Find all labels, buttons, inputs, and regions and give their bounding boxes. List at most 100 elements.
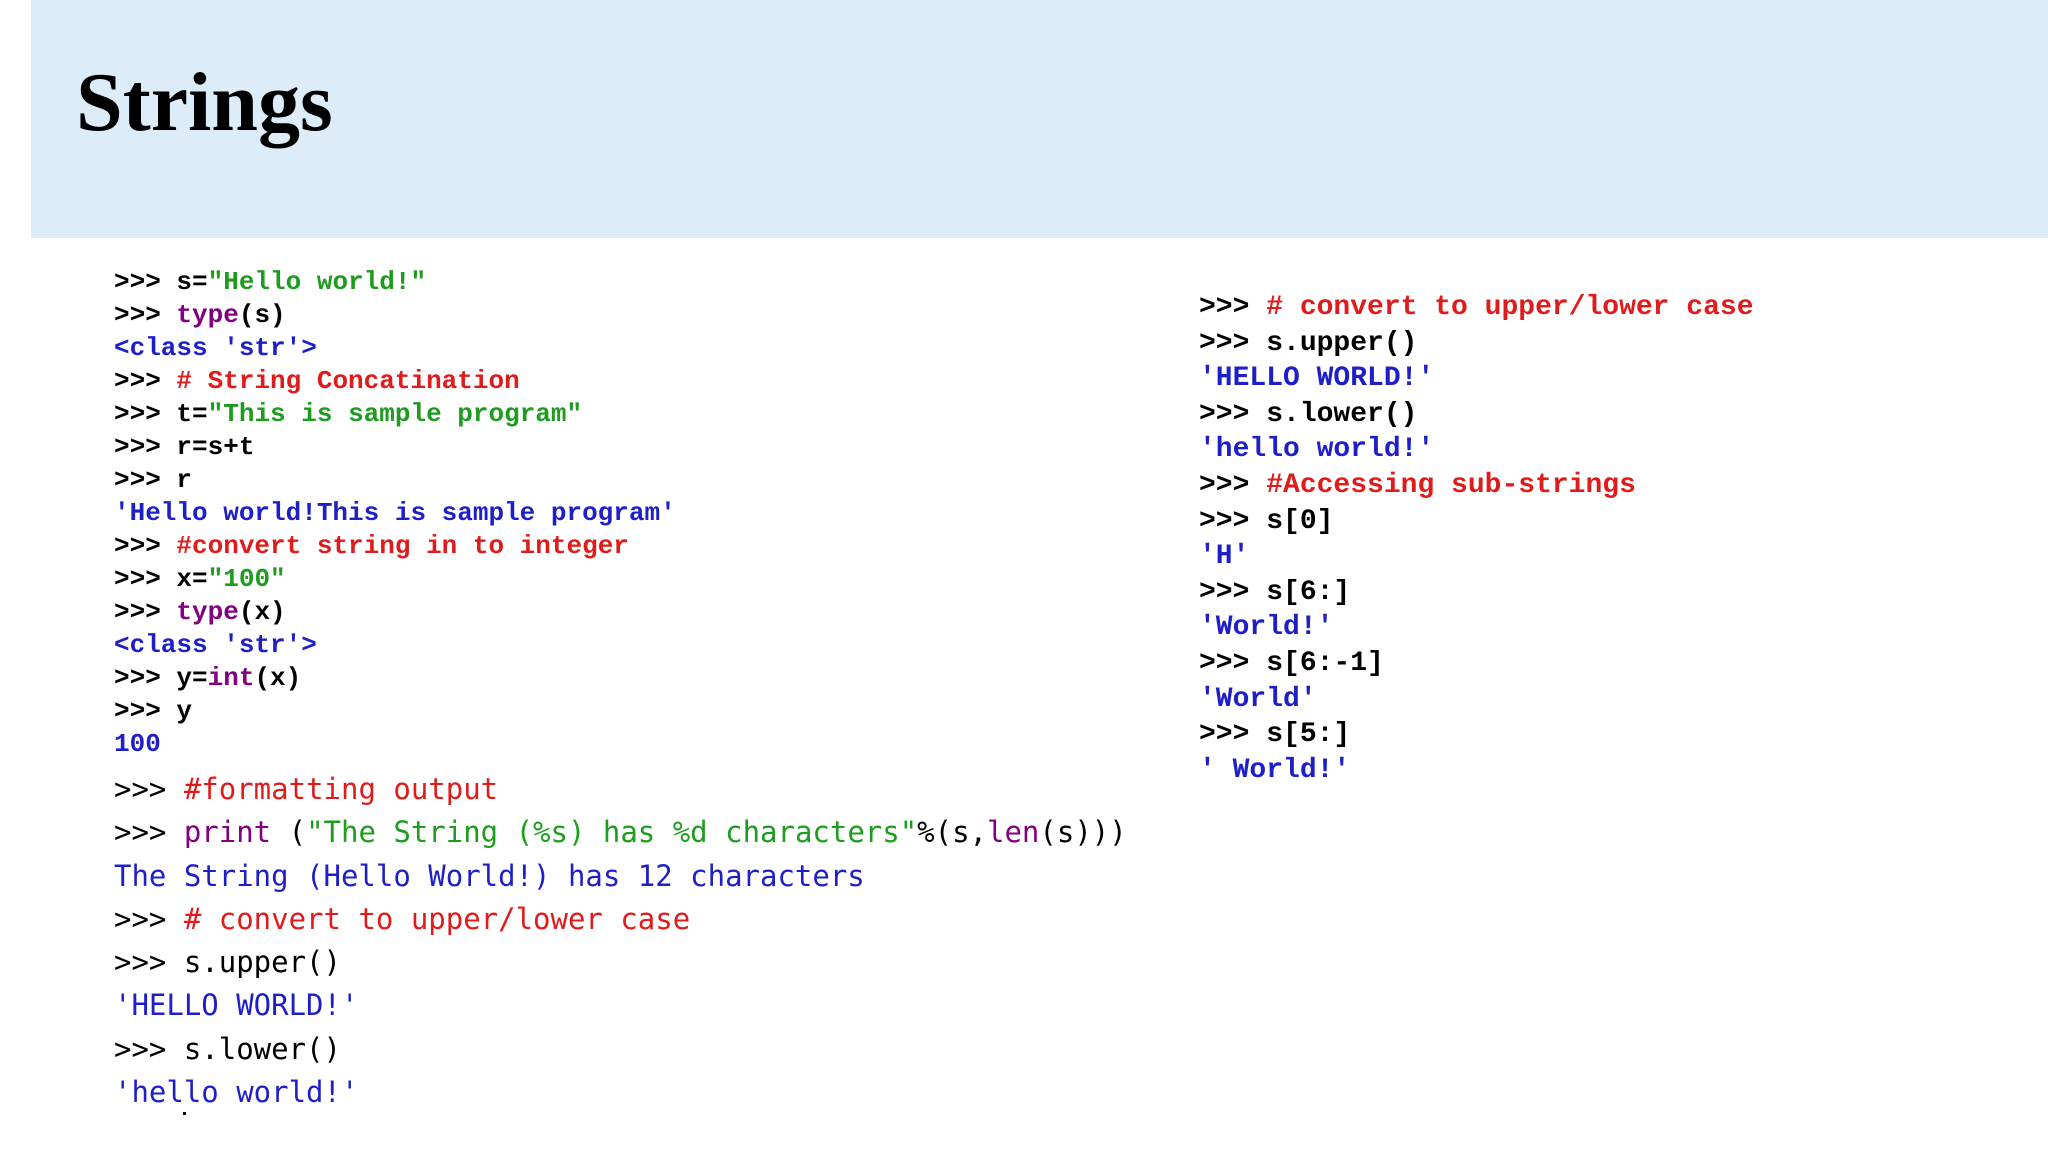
code-text: s[0] xyxy=(1266,505,1334,537)
comment-text: # String Concatination xyxy=(176,366,520,396)
prompt-marker: >>> xyxy=(1199,327,1267,359)
code-line: <class 'str'> xyxy=(114,332,676,365)
keyword-text: len xyxy=(987,815,1040,850)
prompt-marker: >>> xyxy=(114,663,177,693)
code-line: 'hello world!' xyxy=(1199,432,1754,468)
code-text: y xyxy=(176,696,193,726)
comment-text: #convert string in to integer xyxy=(176,531,629,561)
code-line: >>> r=s+t xyxy=(114,431,676,464)
code-text: ( xyxy=(271,815,307,850)
code-line: >>> type(s) xyxy=(114,299,676,332)
prompt-marker: >>> xyxy=(1199,505,1267,537)
code-line: >>> y=int(x) xyxy=(114,662,676,695)
code-line: >>> s[0] xyxy=(1199,504,1754,540)
prompt-marker: >>> xyxy=(1199,398,1267,430)
code-line: >>> #formatting output xyxy=(114,768,1127,811)
code-text: s.upper() xyxy=(1266,327,1418,359)
prompt-marker: >>> xyxy=(1199,719,1267,751)
code-line: >>> #Accessing sub-strings xyxy=(1199,468,1754,504)
code-line: >>> s.lower() xyxy=(114,1028,1127,1071)
code-line: >>> s.upper() xyxy=(114,941,1127,984)
output-text: 'H' xyxy=(1199,541,1250,573)
prompt-marker: >>> xyxy=(114,815,184,850)
code-line: >>> # String Concatination xyxy=(114,365,676,398)
prompt-marker: >>> xyxy=(114,531,177,561)
comment-text: #formatting output xyxy=(183,772,499,806)
code-line: >>> s="Hello world!" xyxy=(114,266,676,299)
code-line: 'H' xyxy=(1199,539,1754,575)
code-text: y= xyxy=(176,663,208,693)
string-literal: "100" xyxy=(207,564,286,594)
code-line: >>> print ("The String (%s) has %d chara… xyxy=(114,811,1127,854)
prompt-marker: >>> xyxy=(114,432,177,462)
title-band xyxy=(31,0,2048,238)
prompt-marker: >>> xyxy=(1199,647,1267,679)
code-text: (s) xyxy=(238,300,286,330)
code-line: >>> r xyxy=(114,464,676,497)
code-text: s[5:] xyxy=(1266,719,1351,751)
code-line: 'World!' xyxy=(1199,610,1754,646)
code-line: >>> t="This is sample program" xyxy=(114,398,676,431)
code-text: s.lower() xyxy=(1266,398,1418,430)
comment-text: #Accessing sub-strings xyxy=(1266,469,1636,501)
output-text: <class 'str'> xyxy=(114,333,317,363)
output-text: 'World' xyxy=(1199,683,1317,715)
code-text: %(s, xyxy=(917,815,988,850)
code-text: s= xyxy=(176,267,208,297)
code-line: 'Hello world!This is sample program' xyxy=(114,497,676,530)
code-line: 'HELLO WORLD!' xyxy=(1199,361,1754,397)
code-text: (s))) xyxy=(1039,815,1127,850)
code-panel-lower-left: >>> #formatting output >>> print ("The St… xyxy=(114,768,1127,1114)
keyword-text: print xyxy=(183,815,272,850)
code-line: >>> # convert to upper/lower case xyxy=(114,898,1127,941)
prompt-marker: >>> xyxy=(114,901,184,936)
prompt-marker: >>> xyxy=(1199,292,1267,323)
keyword-text: type xyxy=(176,300,239,330)
prompt-marker: >>> xyxy=(114,399,177,429)
output-text: ' World!' xyxy=(1199,754,1351,786)
stray-dot xyxy=(183,1112,186,1115)
code-line: >>> s.lower() xyxy=(1199,397,1754,433)
output-text: 100 xyxy=(114,729,161,759)
slide-title: Strings xyxy=(76,56,333,149)
code-line: >>> s[6:] xyxy=(1199,575,1754,611)
prompt-marker: >>> xyxy=(114,366,177,396)
code-line: 'hello world!' xyxy=(114,1071,1127,1114)
prompt-marker: >>> xyxy=(114,300,177,330)
code-text: s.lower() xyxy=(183,1031,341,1066)
code-line: 'World' xyxy=(1199,682,1754,718)
code-panel-right: >>> # convert to upper/lower case >>> s.u… xyxy=(1199,290,1754,788)
output-text: 'Hello world!This is sample program' xyxy=(114,498,676,528)
code-line: 'HELLO WORLD!' xyxy=(114,984,1127,1027)
code-text: s[6:] xyxy=(1266,576,1351,608)
code-line: >>> y xyxy=(114,695,676,728)
code-line: >>> x="100" xyxy=(114,563,676,596)
string-literal: "Hello world!" xyxy=(207,267,427,297)
code-text: x= xyxy=(176,564,208,594)
prompt-marker: >>> xyxy=(114,696,177,726)
code-line: >>> s[6:-1] xyxy=(1199,646,1754,682)
code-line: >>> s[5:] xyxy=(1199,717,1754,753)
code-text: (x) xyxy=(238,597,286,627)
output-text: The String (Hello World!) has 12 charact… xyxy=(114,858,865,893)
code-text: s.upper() xyxy=(183,945,341,980)
code-text: t= xyxy=(176,399,208,429)
code-line: >>> s.upper() xyxy=(1199,326,1754,362)
keyword-text: int xyxy=(207,663,255,693)
prompt-marker: >>> xyxy=(114,465,177,495)
prompt-marker: >>> xyxy=(114,1031,184,1066)
code-text: r=s+t xyxy=(176,432,255,462)
prompt-marker: >>> xyxy=(114,772,184,806)
string-literal: "The String (%s) has %d characters" xyxy=(306,815,918,850)
code-text: s[6:-1] xyxy=(1266,647,1384,679)
prompt-marker: >>> xyxy=(1199,469,1267,501)
output-text: 'HELLO WORLD!' xyxy=(114,988,359,1023)
comment-text: # convert to upper/lower case xyxy=(1266,292,1754,323)
prompt-marker: >>> xyxy=(1199,576,1267,608)
code-line: <class 'str'> xyxy=(114,629,676,662)
code-line: >>> # convert to upper/lower case xyxy=(1199,290,1754,326)
code-line: The String (Hello World!) has 12 charact… xyxy=(114,855,1127,898)
code-text: (x) xyxy=(254,663,302,693)
code-text: r xyxy=(176,465,193,495)
prompt-marker: >>> xyxy=(114,597,177,627)
